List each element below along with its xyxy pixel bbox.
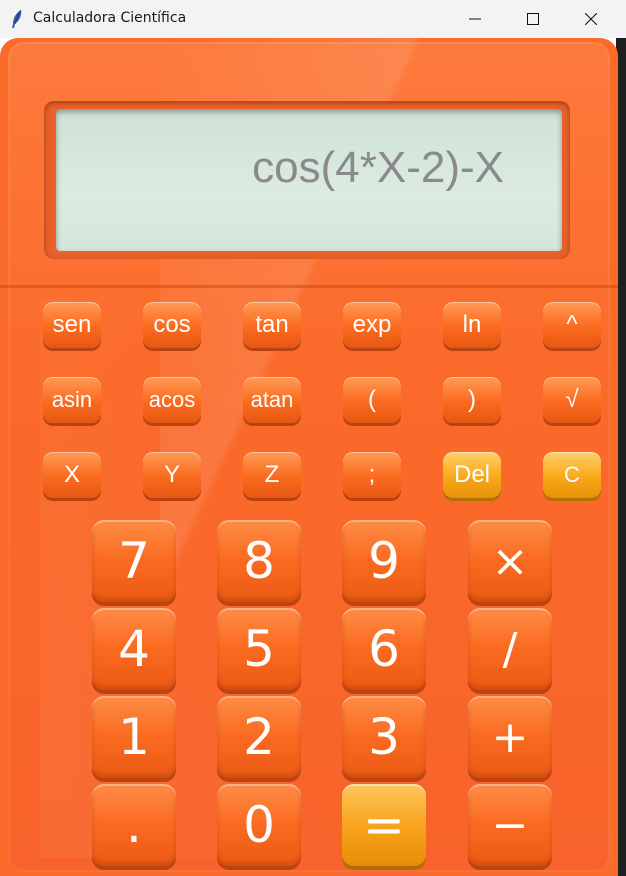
- window-title: Calculadora Científica: [33, 10, 187, 26]
- subtract-button[interactable]: −: [468, 784, 552, 866]
- equals-button[interactable]: =: [342, 784, 426, 866]
- digit-2-button[interactable]: 2: [217, 696, 301, 778]
- digit-8-button[interactable]: 8: [217, 520, 301, 602]
- multiply-button[interactable]: ×: [468, 520, 552, 602]
- x-variable-button[interactable]: X: [43, 452, 101, 498]
- sqrt-button[interactable]: √: [543, 377, 601, 423]
- close-button[interactable]: [562, 0, 620, 38]
- open-paren-button[interactable]: (: [343, 377, 401, 423]
- digit-7-button[interactable]: 7: [92, 520, 176, 602]
- calculator-body: cos(4*X-2)-X sen cos tan exp ln ^ asin a…: [0, 38, 618, 876]
- ln-button[interactable]: ln: [443, 302, 501, 348]
- display-expression: cos(4*X-2)-X: [252, 143, 504, 192]
- cos-button[interactable]: cos: [143, 302, 201, 348]
- close-icon: [585, 13, 597, 25]
- power-button[interactable]: ^: [543, 302, 601, 348]
- add-button[interactable]: +: [468, 696, 552, 778]
- feather-icon: [12, 9, 22, 28]
- divide-button[interactable]: /: [468, 608, 552, 690]
- asin-button[interactable]: asin: [43, 377, 101, 423]
- minimize-button[interactable]: [446, 0, 504, 38]
- divider: [0, 285, 618, 288]
- z-variable-button[interactable]: Z: [243, 452, 301, 498]
- digit-3-button[interactable]: 3: [342, 696, 426, 778]
- delete-button[interactable]: Del: [443, 452, 501, 498]
- exp-button[interactable]: exp: [343, 302, 401, 348]
- digit-0-button[interactable]: 0: [217, 784, 301, 866]
- digit-6-button[interactable]: 6: [342, 608, 426, 690]
- decimal-point-button[interactable]: .: [92, 784, 176, 866]
- close-paren-button[interactable]: ): [443, 377, 501, 423]
- acos-button[interactable]: acos: [143, 377, 201, 423]
- sen-button[interactable]: sen: [43, 302, 101, 348]
- maximize-button[interactable]: [504, 0, 562, 38]
- digit-4-button[interactable]: 4: [92, 608, 176, 690]
- display-screen: cos(4*X-2)-X: [56, 109, 562, 251]
- maximize-icon: [527, 13, 539, 25]
- digit-5-button[interactable]: 5: [217, 608, 301, 690]
- digit-1-button[interactable]: 1: [92, 696, 176, 778]
- semicolon-button[interactable]: ;: [343, 452, 401, 498]
- minimize-icon: [469, 18, 481, 20]
- tan-button[interactable]: tan: [243, 302, 301, 348]
- y-variable-button[interactable]: Y: [143, 452, 201, 498]
- atan-button[interactable]: atan: [243, 377, 301, 423]
- digit-9-button[interactable]: 9: [342, 520, 426, 602]
- clear-button[interactable]: C: [543, 452, 601, 498]
- title-bar: Calculadora Científica: [0, 0, 626, 38]
